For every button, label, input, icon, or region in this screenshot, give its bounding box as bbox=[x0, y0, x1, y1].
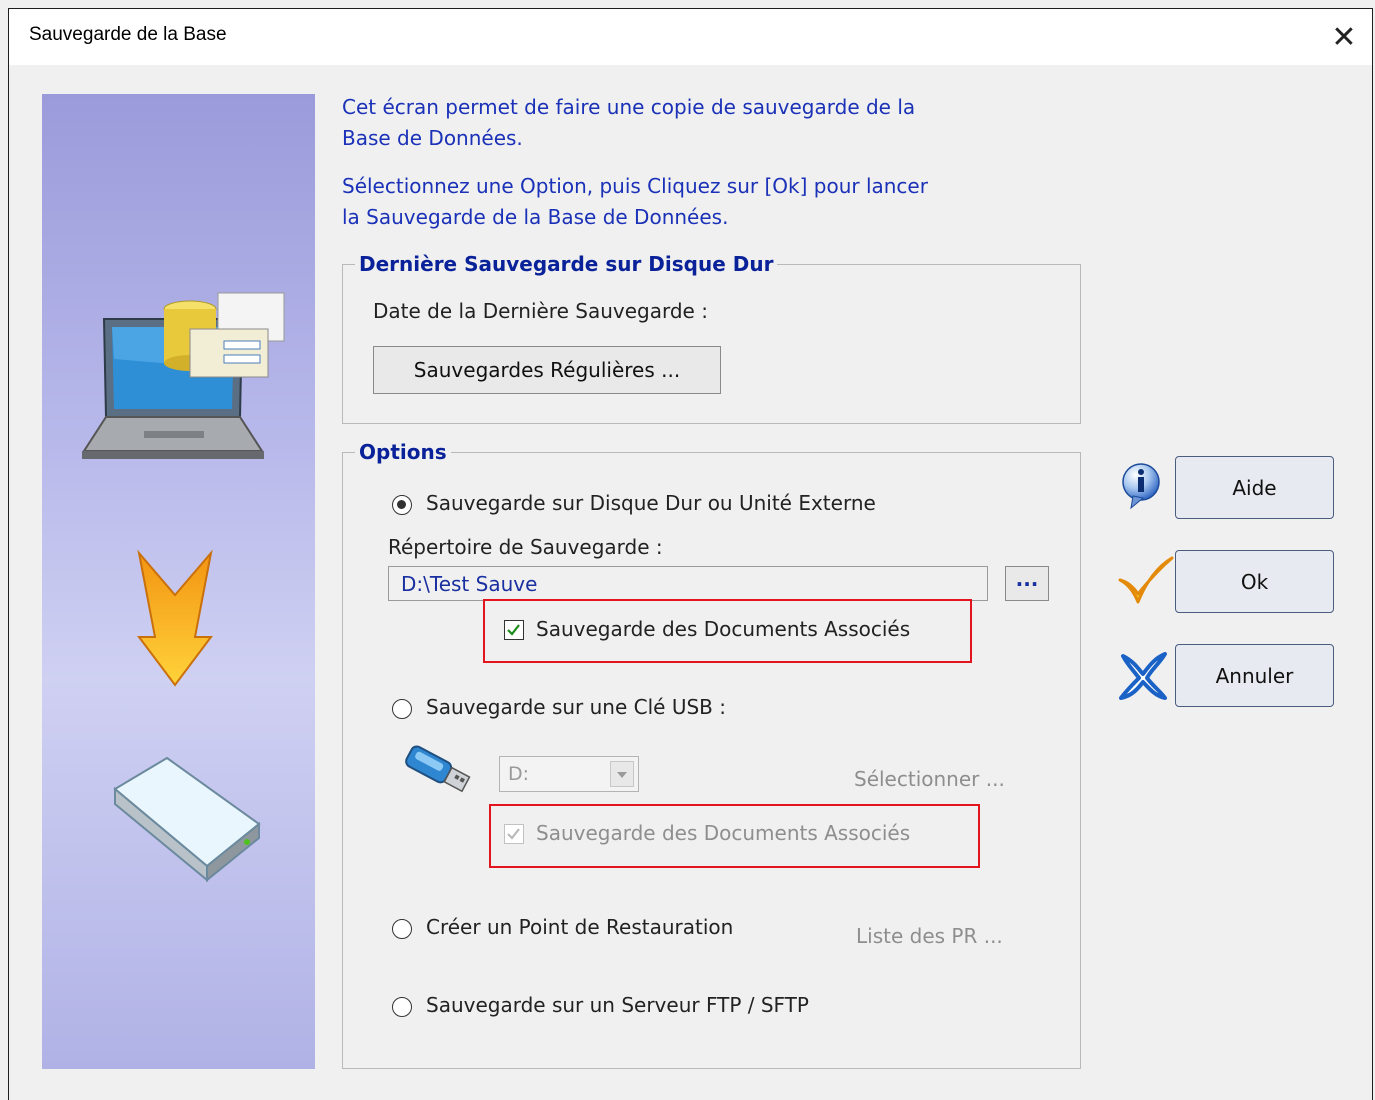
usb-docs-checkbox[interactable] bbox=[504, 824, 524, 844]
close-icon: ✕ bbox=[1331, 19, 1357, 55]
options-legend: Options bbox=[355, 440, 451, 464]
restore-point-list-link[interactable]: Liste des PR ... bbox=[856, 924, 1003, 948]
radio-usb-option[interactable] bbox=[392, 699, 412, 719]
intro-line-4: la Sauvegarde de la Base de Données. bbox=[342, 205, 729, 229]
dropdown-button[interactable] bbox=[610, 761, 634, 787]
checkmark-icon bbox=[1118, 556, 1174, 604]
restore-point-label: Créer un Point de Restauration bbox=[426, 915, 734, 939]
usb-docs-label: Sauvegarde des Documents Associés bbox=[536, 821, 911, 845]
close-button[interactable]: ✕ bbox=[1316, 9, 1372, 65]
window-title: Sauvegarde de la Base bbox=[29, 24, 227, 45]
regular-backups-button[interactable]: Sauvegardes Régulières ... bbox=[373, 346, 721, 394]
side-illustration-panel bbox=[42, 94, 315, 1069]
backup-directory-label: Répertoire de Sauvegarde : bbox=[388, 535, 663, 559]
help-button[interactable]: Aide bbox=[1175, 456, 1334, 519]
usb-select-link[interactable]: Sélectionner ... bbox=[854, 767, 1005, 791]
intro-line-2: Base de Données. bbox=[342, 126, 523, 150]
checkmark-glyph bbox=[507, 624, 520, 636]
cancel-button[interactable]: Annuler bbox=[1175, 644, 1334, 707]
radio-ftp-option[interactable] bbox=[392, 997, 412, 1017]
intro-line-1: Cet écran permet de faire une copie de s… bbox=[342, 95, 916, 119]
checkmark-glyph bbox=[507, 828, 520, 840]
cross-icon bbox=[1119, 652, 1167, 700]
down-arrow-icon bbox=[137, 549, 213, 687]
last-backup-date-label: Date de la Dernière Sauvegarde : bbox=[373, 299, 708, 323]
title-bar: Sauvegarde de la Base ✕ bbox=[9, 9, 1372, 65]
dialog-window: Sauvegarde de la Base ✕ Cet écran permet… bbox=[8, 8, 1373, 1100]
browse-directory-button[interactable]: ... bbox=[1005, 566, 1049, 601]
usb-drive-select[interactable]: D: bbox=[499, 756, 639, 792]
radio-disk-option[interactable] bbox=[392, 495, 412, 515]
radio-restore-point-option[interactable] bbox=[392, 919, 412, 939]
disk-docs-checkbox[interactable] bbox=[504, 620, 524, 640]
backup-directory-input[interactable]: D:\Test Sauve bbox=[388, 566, 988, 601]
info-icon bbox=[1122, 463, 1160, 510]
usb-drive-value: D: bbox=[508, 763, 530, 785]
last-backup-group bbox=[342, 264, 1081, 424]
intro-line-3: Sélectionnez une Option, puis Cliquez su… bbox=[342, 174, 928, 198]
usb-option-label: Sauvegarde sur une Clé USB : bbox=[426, 695, 726, 719]
ftp-option-label: Sauvegarde sur un Serveur FTP / SFTP bbox=[426, 993, 809, 1017]
ok-button[interactable]: Ok bbox=[1175, 550, 1334, 613]
disk-option-label: Sauvegarde sur Disque Dur ou Unité Exter… bbox=[426, 491, 876, 515]
chevron-down-icon bbox=[617, 772, 627, 778]
laptop-database-icon bbox=[82, 292, 285, 459]
last-backup-legend: Dernière Sauvegarde sur Disque Dur bbox=[355, 252, 778, 276]
disk-docs-label: Sauvegarde des Documents Associés bbox=[536, 617, 911, 641]
usb-key-icon bbox=[405, 745, 471, 793]
external-disk-icon bbox=[113, 756, 261, 883]
